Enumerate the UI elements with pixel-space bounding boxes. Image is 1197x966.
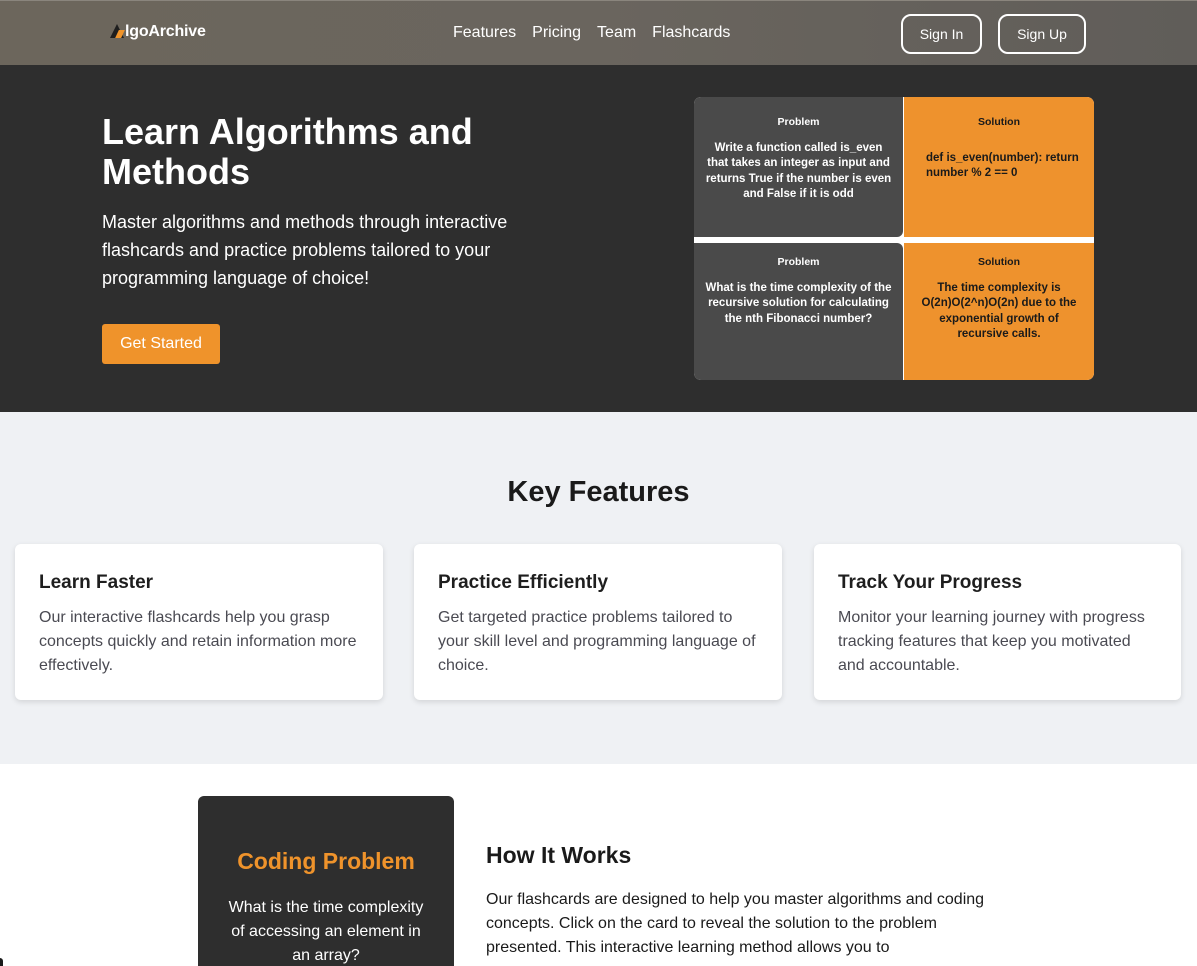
sign-in-button[interactable]: Sign In	[901, 14, 982, 54]
flashcard-question: What is the time complexity of accessing…	[228, 899, 424, 964]
flashcard-problem-2[interactable]: Problem What is the time complexity of t…	[694, 243, 903, 380]
flashcard-solution-2[interactable]: Solution The time complexity is O(2n)O(2…	[904, 243, 1094, 380]
feature-card-title: Practice Efficiently	[438, 572, 609, 593]
features-section: Key Features Learn Faster Our interactiv…	[0, 412, 1197, 764]
how-it-works-section: Coding Problem What is the time complexi…	[0, 764, 1197, 966]
page-edge-artifact	[0, 958, 3, 966]
get-started-button[interactable]: Get Started	[102, 324, 220, 364]
flashcard-problem-1[interactable]: Problem Write a function called is_even …	[694, 97, 903, 237]
nav-link-pricing[interactable]: Pricing	[532, 24, 581, 42]
sign-up-button[interactable]: Sign Up	[998, 14, 1086, 54]
flashcard-heading: Problem	[777, 256, 820, 268]
flashcard-preview-grid: Problem Write a function called is_even …	[694, 97, 1094, 380]
coding-problem-flashcard[interactable]: Coding Problem What is the time complexi…	[198, 796, 454, 966]
logo-text: lgoArchive	[125, 23, 206, 40]
flashcard-body: def is_even(number): return number % 2 =…	[926, 151, 1079, 180]
flashcard-title: Coding Problem	[237, 848, 415, 874]
flashcard-body: Write a function called is_even that tak…	[705, 141, 892, 201]
flashcard-solution-1[interactable]: Solution def is_even(number): return num…	[904, 97, 1094, 237]
feature-card-text: Get targeted practice problems tailored …	[438, 609, 756, 674]
hero-description: Master algorithms and methods through in…	[102, 212, 508, 288]
feature-card-title: Track Your Progress	[838, 572, 1023, 593]
flashcard-body: What is the time complexity of the recur…	[705, 281, 892, 325]
feature-card-text: Our interactive flashcards help you gras…	[39, 609, 357, 674]
feature-card-track-progress: Track Your Progress Monitor your learnin…	[814, 544, 1181, 700]
feature-card-text: Monitor your learning journey with progr…	[838, 609, 1145, 674]
nav-link-flashcards[interactable]: Flashcards	[652, 24, 730, 42]
nav-link-features[interactable]: Features	[453, 24, 516, 42]
features-title: Key Features	[507, 476, 690, 508]
nav-link-team[interactable]: Team	[597, 24, 636, 42]
flashcard-heading: Problem	[777, 116, 820, 128]
how-it-works-title: How It Works	[486, 842, 632, 868]
hero-section: Learn Algorithms and Methods Master algo…	[0, 65, 1197, 412]
top-navbar: lgoArchive Features Pricing Team Flashca…	[0, 0, 1197, 65]
feature-card-practice-efficiently: Practice Efficiently Get targeted practi…	[414, 544, 782, 700]
nav-links: Features Pricing Team Flashcards	[453, 24, 730, 42]
how-it-works-text: Our flashcards are designed to help you …	[486, 891, 985, 956]
flashcard-heading: Solution	[978, 116, 1020, 128]
hero-title: Learn Algorithms and Methods	[102, 111, 473, 192]
flashcard-body: The time complexity is O(2n)O(2^n)O(2n) …	[921, 281, 1077, 341]
feature-card-learn-faster: Learn Faster Our interactive flashcards …	[15, 544, 383, 700]
feature-card-title: Learn Faster	[39, 572, 154, 593]
flashcard-heading: Solution	[978, 256, 1020, 268]
logo-mark-icon	[110, 24, 124, 38]
logo[interactable]: lgoArchive	[110, 23, 206, 41]
